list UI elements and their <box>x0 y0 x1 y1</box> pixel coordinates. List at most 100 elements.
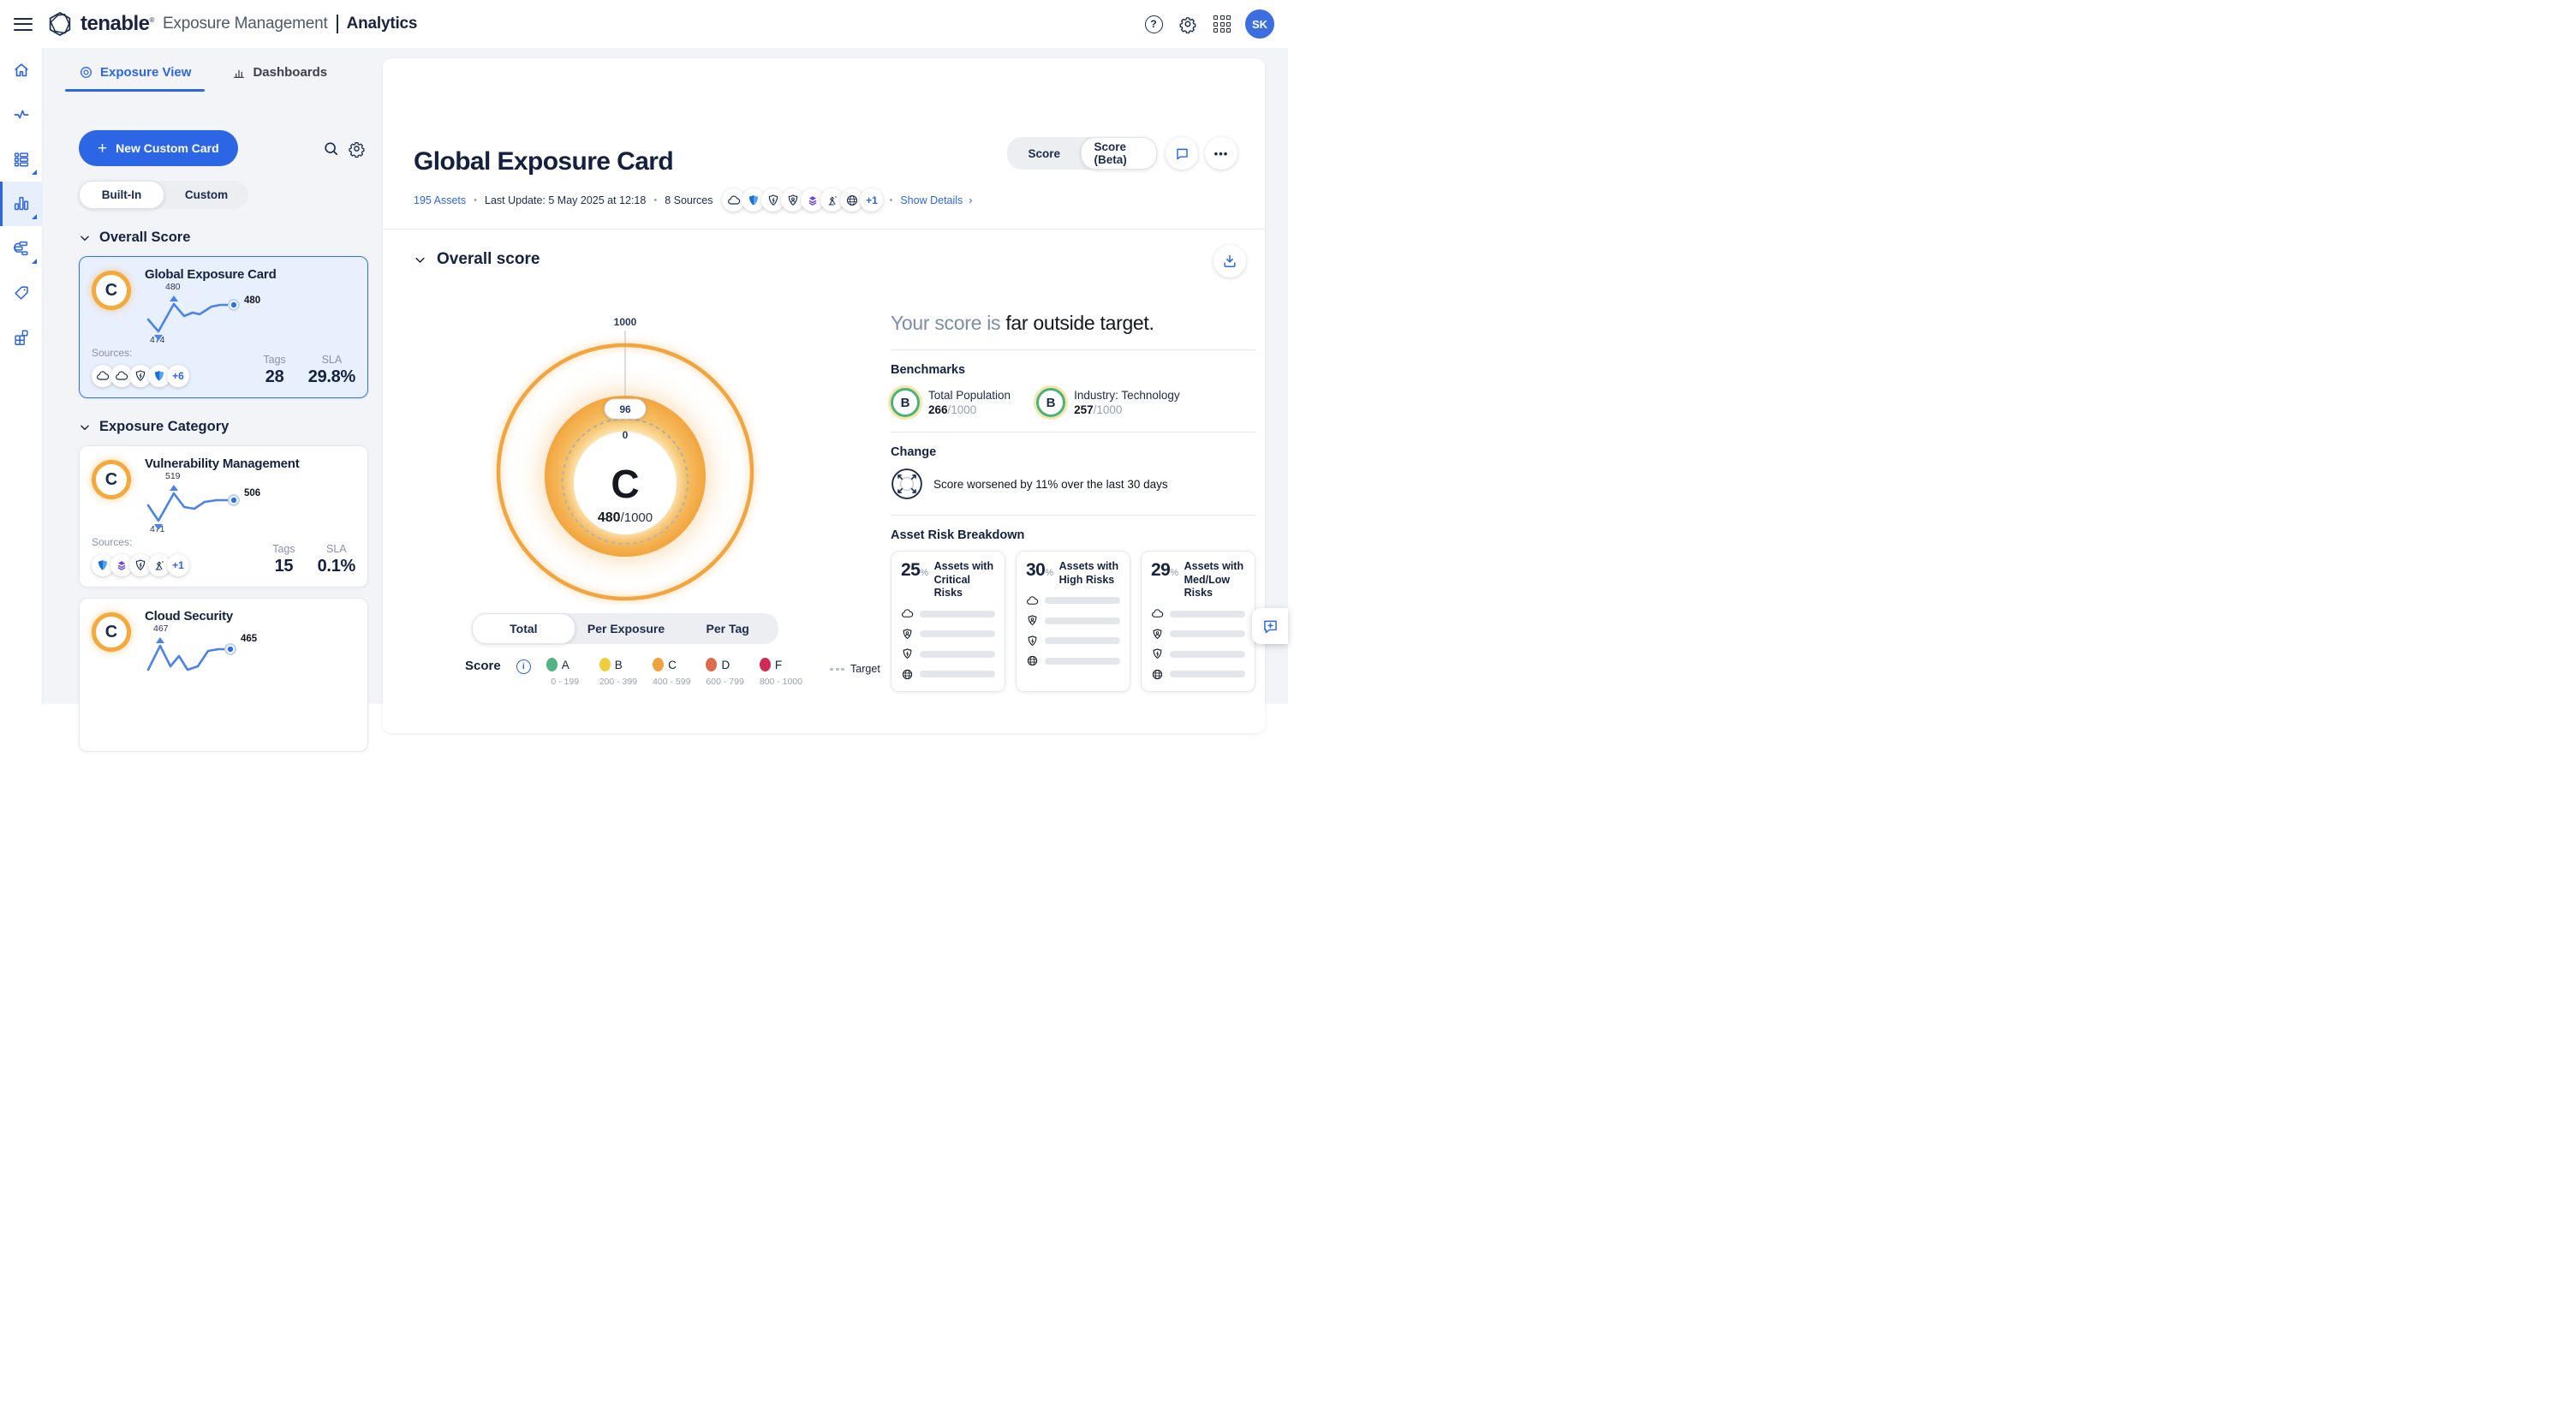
benchmarks-title: Benchmarks <box>891 363 1255 377</box>
user-avatar[interactable]: SK <box>1245 9 1274 39</box>
gauge-score: 480 <box>598 510 621 525</box>
assets-link[interactable]: 195 Assets <box>414 194 466 206</box>
rail-activity-icon[interactable] <box>0 92 43 137</box>
barchart-icon <box>232 66 246 80</box>
info-icon[interactable]: i <box>516 659 531 674</box>
dashed-line-icon <box>830 668 844 671</box>
card-vulnerability-management[interactable]: C Vulnerability Management 519 471 506 <box>79 445 368 588</box>
section-exposure-category[interactable]: Exposure Category <box>79 419 369 435</box>
sources-count: 8 Sources <box>665 194 713 206</box>
source-icons-row: +1 <box>722 188 880 212</box>
target-icon <box>79 65 93 80</box>
chevron-right-icon[interactable]: › <box>969 194 972 206</box>
new-custom-card-button[interactable]: + New Custom Card <box>79 130 238 166</box>
hamburger-menu-icon[interactable] <box>14 18 33 31</box>
breakdown-row <box>1151 607 1245 620</box>
insights-column: Your score is far outside target. Benchm… <box>891 312 1255 692</box>
rail-widgets-icon[interactable] <box>0 315 43 360</box>
overall-score-header[interactable]: Overall score <box>414 250 540 269</box>
rail-tags-icon[interactable] <box>0 271 43 315</box>
legend-grade-c: C 400 - 599 <box>653 658 690 687</box>
breakdown-high-card: 30% Assets with High Risks <box>1016 551 1130 692</box>
left-icon-rail <box>0 48 43 704</box>
card-cloud-security[interactable]: C Cloud Security 467 465 <box>79 598 368 752</box>
change-title: Change <box>891 445 1255 459</box>
tab-dashboards[interactable]: Dashboards <box>232 65 327 92</box>
card-global-exposure[interactable]: C Global Exposure Card 480 474 480 <box>79 256 368 398</box>
score-option[interactable]: Score <box>1007 137 1082 170</box>
more-options-button[interactable]: ••• <box>1205 137 1237 170</box>
tab-total[interactable]: Total <box>472 613 575 644</box>
more-sources-chip[interactable]: +1 <box>167 554 189 576</box>
breakdown-row <box>1151 668 1245 681</box>
grade-badge: B <box>891 388 920 417</box>
tab-per-exposure[interactable]: Per Exposure <box>575 613 677 644</box>
rail-analytics-icon[interactable] <box>0 182 43 226</box>
new-custom-card-label: New Custom Card <box>116 141 219 155</box>
card-title: Vulnerability Management <box>145 456 355 471</box>
show-details-link[interactable]: Show Details <box>900 194 963 206</box>
breakdown-row <box>1151 647 1245 660</box>
card-list-panel: + New Custom Card Built-In Custom Overal… <box>64 122 369 738</box>
tab-exposure-view[interactable]: Exposure View <box>79 65 191 92</box>
breakdown-critical-card: 25% Assets with Critical Risks <box>891 551 1005 692</box>
rail-hierarchy-icon[interactable] <box>0 226 43 271</box>
breakdown-row <box>901 607 995 620</box>
comment-button[interactable] <box>1166 137 1198 170</box>
score-legend: Score i A 0 - 199 B 200 - 399 C 400 - 59… <box>465 658 880 687</box>
cloud-icon <box>1026 594 1039 607</box>
person-shield-icon <box>901 628 914 641</box>
help-icon[interactable]: ? <box>1139 9 1168 39</box>
card-title: Global Exposure Card <box>145 267 355 282</box>
breakdown-row <box>1026 635 1120 647</box>
view-tabs-bar: Exposure View Dashboards <box>79 65 327 92</box>
tab-per-tag[interactable]: Per Tag <box>677 613 778 644</box>
gauge-max-label: 1000 <box>614 316 637 328</box>
cloud-icon <box>1151 607 1164 620</box>
score-sparkline: 467 465 <box>145 625 290 687</box>
breakdown-row <box>1026 594 1120 607</box>
globe-icon <box>901 668 914 681</box>
person-shield-icon <box>1026 614 1039 627</box>
plus-icon: + <box>98 140 107 157</box>
breakdown-row <box>1026 614 1120 627</box>
score-beta-option[interactable]: Score (Beta) <box>1081 137 1157 170</box>
search-icon[interactable] <box>318 135 343 161</box>
breakdown-row <box>1026 654 1120 667</box>
section-overall-score[interactable]: Overall Score <box>79 230 369 246</box>
download-button[interactable] <box>1213 245 1246 277</box>
legend-grade-d: D 600 - 799 <box>706 658 743 687</box>
legend-grade-a: A 0 - 199 <box>546 658 584 687</box>
main-panel: Global Exposure Card 195 Assets • Last U… <box>383 58 1265 733</box>
score-headline: Your score is far outside target. <box>891 312 1255 335</box>
tags-count: 15 <box>272 557 295 576</box>
tags-count: 28 <box>263 367 285 387</box>
shield-bolt-icon <box>1026 635 1039 647</box>
benchmark-total-population: B Total Population 266/1000 <box>891 388 1011 417</box>
page-title: Global Exposure Card <box>414 147 673 176</box>
last-update: Last Update: 5 May 2025 at 12:18 <box>485 194 646 206</box>
shield-bolt-icon <box>1151 647 1164 660</box>
sources-label: Sources: <box>92 536 186 548</box>
topbar: tenable® Exposure Management Analytics ?… <box>0 0 1288 48</box>
breakdown-row <box>901 647 995 660</box>
app-grid-icon[interactable] <box>1208 9 1237 39</box>
legend-grade-b: B 200 - 399 <box>599 658 637 687</box>
more-sources-chip[interactable]: +1 <box>860 188 883 212</box>
feedback-button[interactable] <box>1252 608 1288 644</box>
settings-gear-icon[interactable] <box>1173 9 1202 39</box>
card-title: Cloud Security <box>145 609 355 623</box>
gauge-min-label: 0 <box>623 429 629 441</box>
breakdown-row <box>901 668 995 681</box>
rail-home-icon[interactable] <box>0 48 43 92</box>
sla-value: 29.8% <box>308 367 355 387</box>
rail-cards-icon[interactable] <box>0 137 43 182</box>
more-sources-chip[interactable]: +6 <box>167 365 189 387</box>
registered-mark: ® <box>150 16 154 24</box>
expand-arrows-icon <box>891 468 923 500</box>
card-settings-gear-icon[interactable] <box>343 135 369 161</box>
filter-custom[interactable]: Custom <box>164 181 248 209</box>
filter-built-in[interactable]: Built-In <box>79 181 164 209</box>
score-sparkline: 519 471 506 <box>145 473 290 534</box>
chevron-down-icon <box>79 421 91 433</box>
